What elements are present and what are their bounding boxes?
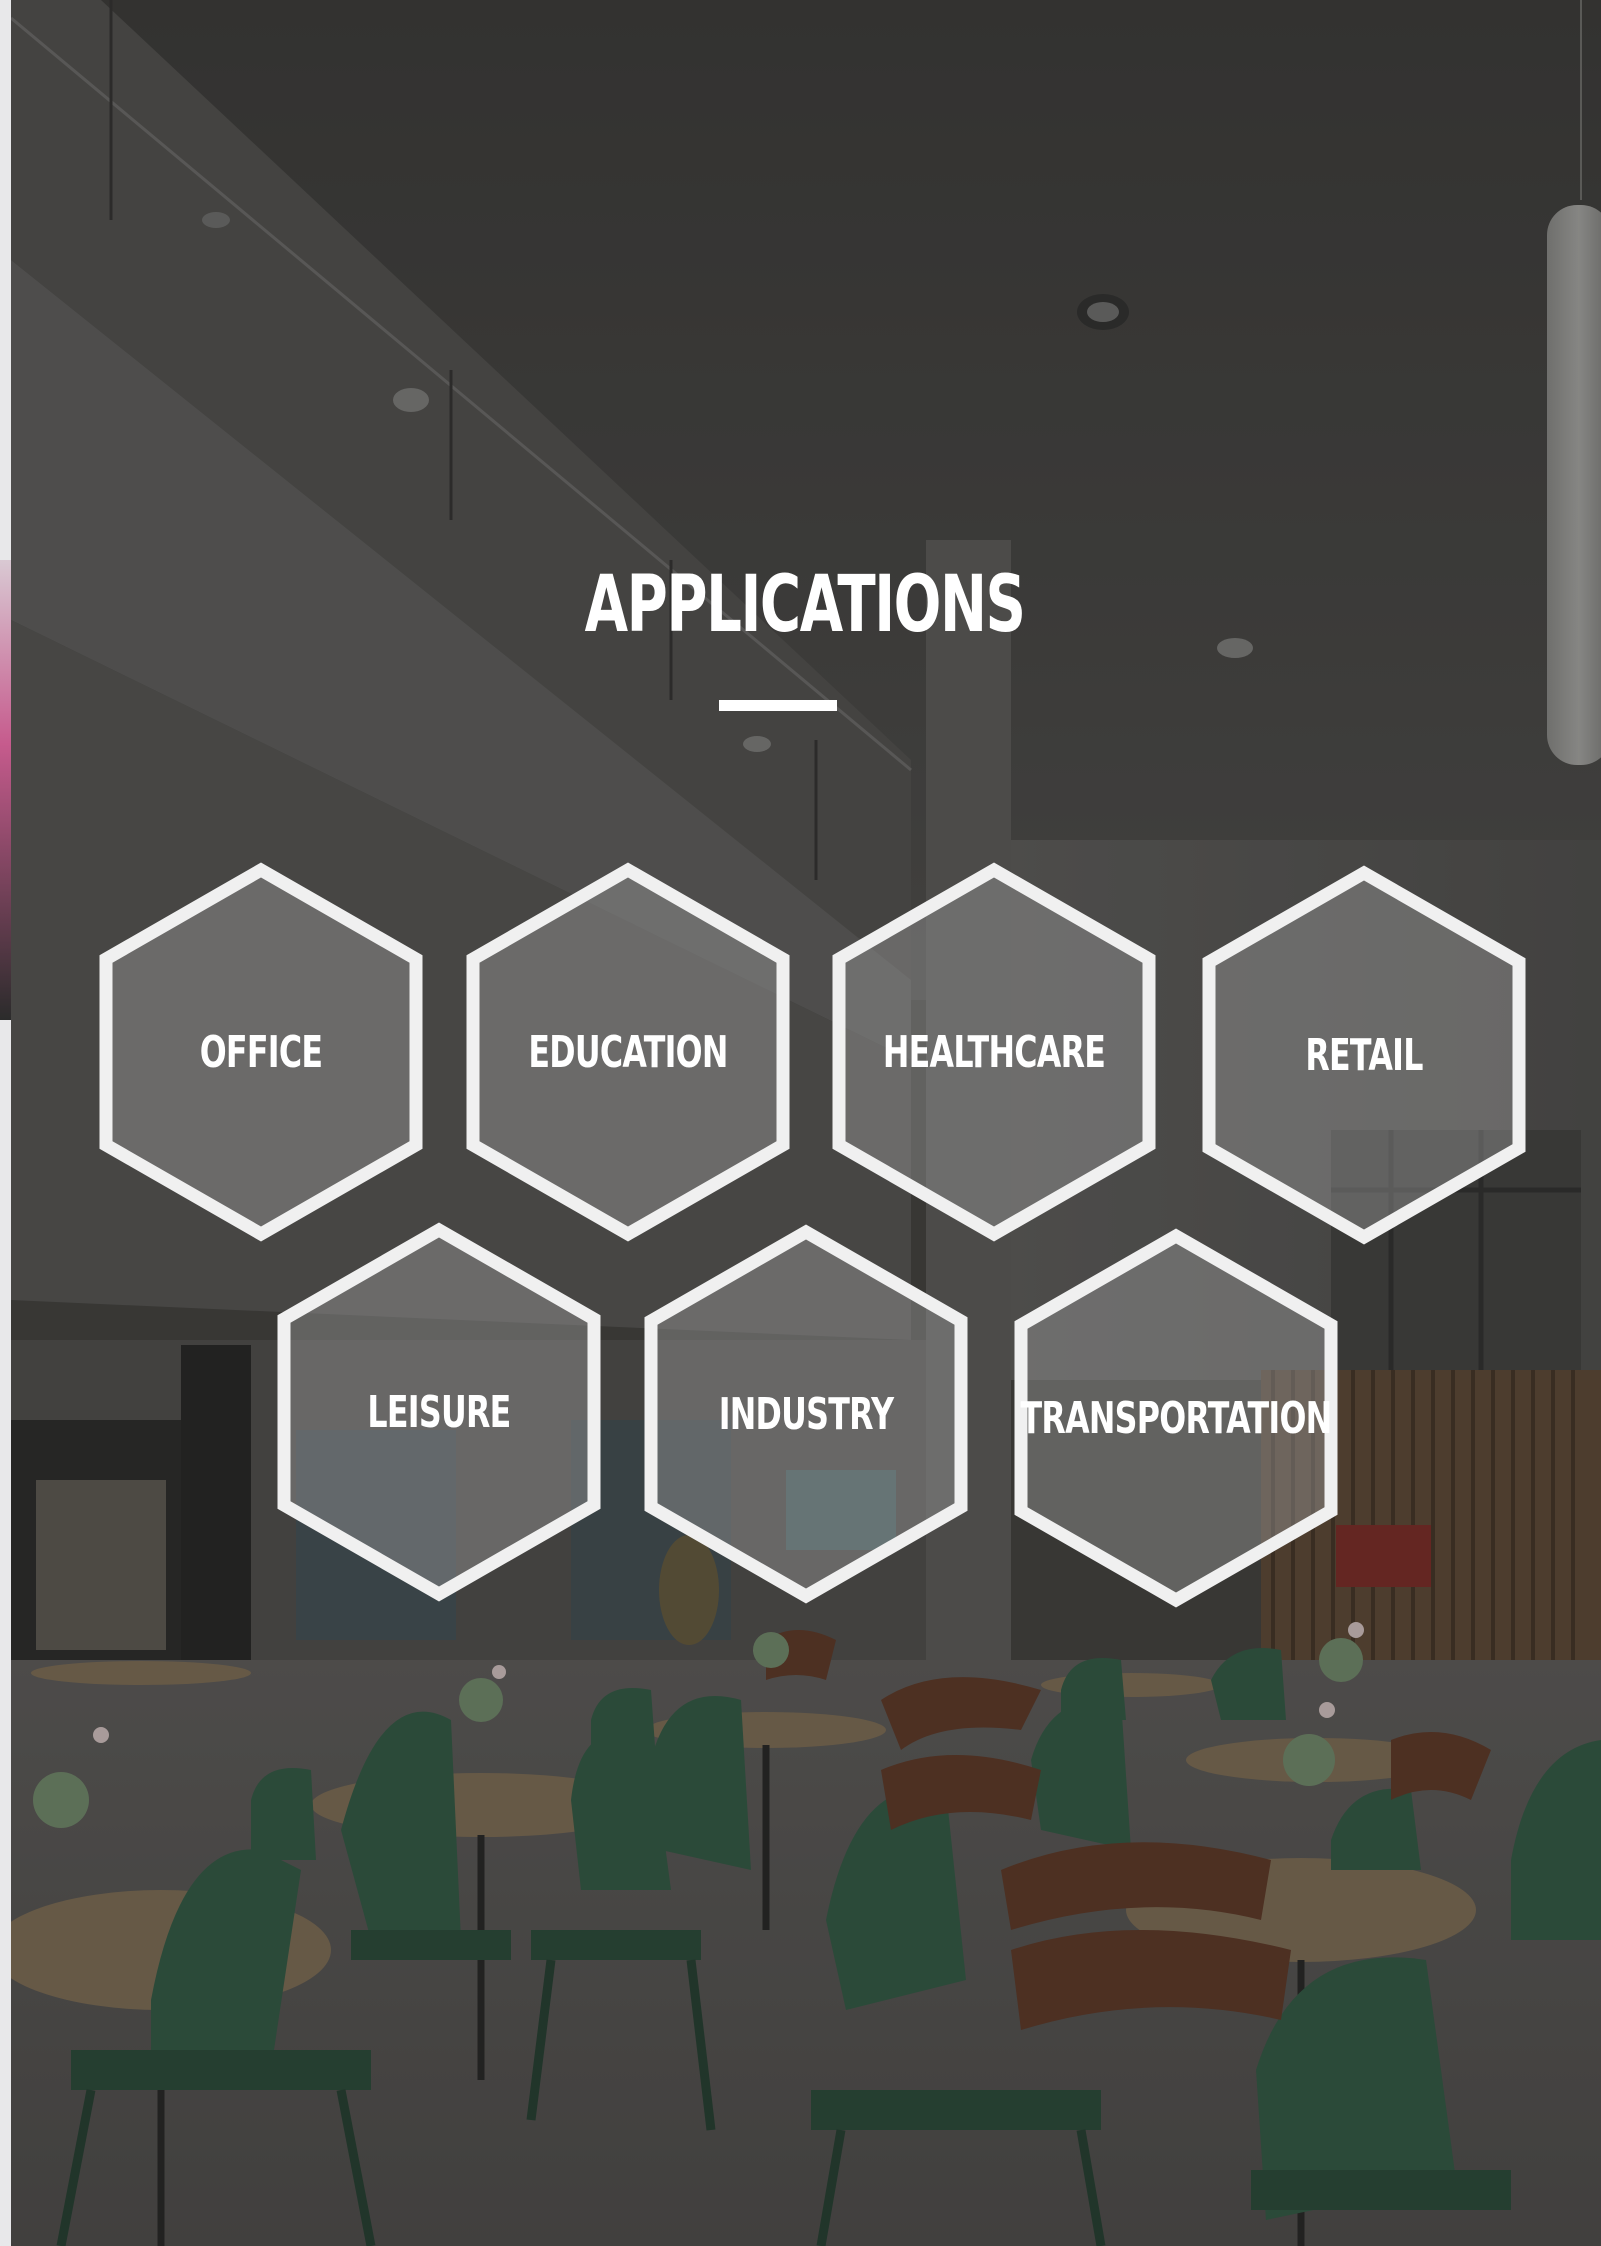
hex-label-education: EDUCATION bbox=[528, 1026, 728, 1078]
page-edge-strip bbox=[0, 0, 11, 2246]
hex-leisure: LEISURE bbox=[274, 1222, 604, 1602]
hex-retail: RETAIL bbox=[1199, 865, 1529, 1245]
page-title: APPLICATIONS bbox=[584, 560, 1026, 650]
page-edge-accent bbox=[0, 560, 11, 1020]
hex-healthcare: HEALTHCARE bbox=[829, 862, 1159, 1242]
applications-page: APPLICATIONS OFFICE EDUCATION HEALTHCARE… bbox=[11, 0, 1601, 2246]
title-underline bbox=[719, 700, 837, 711]
hex-industry: INDUSTRY bbox=[641, 1224, 971, 1604]
hex-label-retail: RETAIL bbox=[1305, 1029, 1423, 1081]
hex-education: EDUCATION bbox=[463, 862, 793, 1242]
hex-label-healthcare: HEALTHCARE bbox=[882, 1026, 1106, 1078]
hex-label-office: OFFICE bbox=[199, 1026, 323, 1078]
hex-office: OFFICE bbox=[96, 862, 426, 1242]
hex-label-leisure: LEISURE bbox=[367, 1386, 511, 1438]
hex-label-industry: INDUSTRY bbox=[718, 1388, 894, 1440]
hex-transportation: TRANSPORTATION bbox=[1011, 1228, 1341, 1608]
hex-label-transportation: TRANSPORTATION bbox=[1020, 1392, 1333, 1444]
